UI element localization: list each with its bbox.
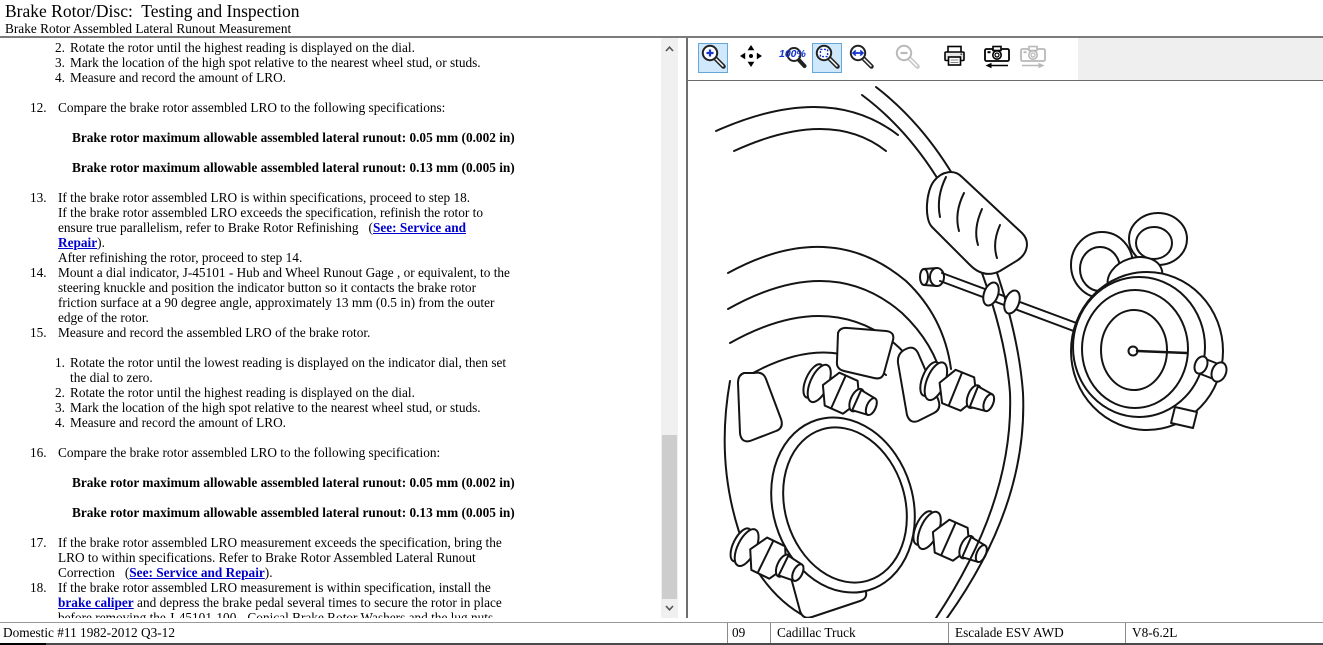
zoom-in-icon	[700, 43, 726, 74]
zoom-out-icon	[894, 43, 920, 74]
item-number: 13.	[30, 190, 58, 205]
item-text: Compare the brake rotor assembled LRO to…	[58, 100, 445, 115]
doc-link[interactable]: See: Service and Repair	[129, 565, 265, 580]
list-item: 18.If the brake rotor assembled LRO meas…	[0, 580, 661, 618]
item-text: Rotate the rotor until the highest readi…	[70, 40, 415, 55]
svg-text:100%: 100%	[779, 48, 807, 60]
item-text: Measure and record the assembled LRO of …	[58, 325, 370, 340]
spec-text: Brake rotor maximum allowable assembled …	[72, 505, 515, 520]
list-item: 1.Rotate the rotor until the lowest read…	[0, 355, 661, 385]
fit-page-icon	[814, 43, 840, 74]
spec-text: Brake rotor maximum allowable assembled …	[72, 475, 515, 490]
article-body: 2.Rotate the rotor until the highest rea…	[0, 38, 661, 618]
print-icon	[942, 43, 968, 74]
item-text: Mount a dial indicator, J-45101 - Hub an…	[58, 265, 510, 325]
chevron-down-icon	[665, 605, 674, 611]
page-subtitle: Brake Rotor Assembled Lateral Runout Mea…	[5, 21, 291, 37]
fit-page-button[interactable]	[812, 43, 842, 73]
item-number: 16.	[30, 445, 58, 460]
chevron-up-icon	[665, 46, 674, 52]
list-item: 3.Mark the location of the high spot rel…	[0, 400, 661, 415]
spec-line: Brake rotor maximum allowable assembled …	[0, 505, 661, 520]
zoom-in-button[interactable]	[698, 43, 728, 73]
item-number: 2.	[55, 40, 70, 55]
list-item: 16.Compare the brake rotor assembled LRO…	[0, 445, 661, 460]
item-number: 4.	[55, 70, 70, 85]
next-image-icon	[1018, 43, 1048, 74]
doc-link[interactable]: See: Service and Repair	[58, 220, 466, 250]
illustration-toolbar: 100%	[688, 38, 1323, 81]
spec-text: Brake rotor maximum allowable assembled …	[72, 130, 515, 145]
pan-button[interactable]	[736, 43, 766, 73]
vehicle-make-field: Cadillac Truck	[770, 623, 948, 643]
item-text: Rotate the rotor until the highest readi…	[70, 385, 415, 400]
item-number: 18.	[30, 580, 58, 595]
vehicle-year-field: 09	[727, 623, 770, 643]
status-bar: Domestic #11 1982-2012 Q3-12 09 Cadillac…	[0, 622, 1323, 643]
item-number: 2.	[55, 385, 70, 400]
item-text: If the brake rotor assembled LRO measure…	[58, 580, 510, 618]
list-item: 2.Rotate the rotor until the highest rea…	[0, 385, 661, 400]
list-item: 2.Rotate the rotor until the highest rea…	[0, 40, 661, 55]
illustration-viewport[interactable]	[688, 81, 1323, 618]
list-item: 12.Compare the brake rotor assembled LRO…	[0, 100, 661, 115]
spec-text: Brake rotor maximum allowable assembled …	[72, 160, 515, 175]
previous-image-icon	[982, 43, 1012, 74]
document-pane: 2.Rotate the rotor until the highest rea…	[0, 38, 678, 618]
fit-width-button[interactable]	[846, 43, 876, 73]
item-text: If the brake rotor assembled LRO is with…	[58, 190, 510, 265]
pan-icon	[738, 43, 764, 74]
page-title: Brake Rotor/Disc: Testing and Inspection	[5, 1, 299, 22]
header: Brake Rotor/Disc: Testing and Inspection…	[0, 0, 1323, 36]
item-text: Measure and record the amount of LRO.	[70, 415, 286, 430]
item-number: 3.	[55, 55, 70, 70]
vertical-scrollbar[interactable]	[661, 38, 678, 618]
fit-width-icon	[848, 43, 874, 74]
item-number: 15.	[30, 325, 58, 340]
list-item: 14.Mount a dial indicator, J-45101 - Hub…	[0, 265, 661, 325]
scroll-up-button[interactable]	[661, 40, 678, 57]
item-number: 4.	[55, 415, 70, 430]
toolbar-icon-strip: 100%	[688, 38, 1078, 80]
brake-rotor-dial-indicator-illustration	[688, 81, 1323, 618]
repair-manual-window: Brake Rotor/Disc: Testing and Inspection…	[0, 0, 1323, 645]
coverage-field: Domestic #11 1982-2012 Q3-12	[0, 623, 727, 643]
scroll-down-button[interactable]	[661, 599, 678, 616]
zoom-100-button[interactable]: 100%	[778, 43, 808, 73]
item-number: 3.	[55, 400, 70, 415]
item-text: Rotate the rotor until the lowest readin…	[70, 355, 510, 385]
item-text: Measure and record the amount of LRO.	[70, 70, 286, 85]
item-number: 14.	[30, 265, 58, 280]
spec-line: Brake rotor maximum allowable assembled …	[0, 130, 661, 145]
zoom-out-button	[892, 43, 922, 73]
zoom-100-icon: 100%	[779, 43, 807, 74]
spec-line: Brake rotor maximum allowable assembled …	[0, 475, 661, 490]
next-image-button	[1018, 43, 1048, 73]
list-item: 17.If the brake rotor assembled LRO meas…	[0, 535, 661, 580]
item-number: 12.	[30, 100, 58, 115]
item-number: 1.	[55, 355, 70, 370]
vehicle-engine-field: V8-6.2L	[1125, 623, 1323, 643]
item-text: Mark the location of the high spot relat…	[70, 55, 481, 70]
list-item: 13.If the brake rotor assembled LRO is w…	[0, 190, 661, 265]
list-item: 3.Mark the location of the high spot rel…	[0, 55, 661, 70]
scrollbar-thumb[interactable]	[662, 435, 677, 601]
previous-image-button[interactable]	[982, 43, 1012, 73]
illustration-pane: 100%	[686, 38, 1323, 618]
spec-line: Brake rotor maximum allowable assembled …	[0, 160, 661, 175]
list-item: 4.Measure and record the amount of LRO.	[0, 415, 661, 430]
item-text: If the brake rotor assembled LRO measure…	[58, 535, 510, 580]
list-item: 4.Measure and record the amount of LRO.	[0, 70, 661, 85]
vehicle-model-field: Escalade ESV AWD	[948, 623, 1125, 643]
item-text: Mark the location of the high spot relat…	[70, 400, 481, 415]
doc-link[interactable]: brake caliper	[58, 595, 134, 610]
print-button[interactable]	[940, 43, 970, 73]
list-item: 15.Measure and record the assembled LRO …	[0, 325, 661, 340]
item-text: Compare the brake rotor assembled LRO to…	[58, 445, 440, 460]
item-number: 17.	[30, 535, 58, 550]
